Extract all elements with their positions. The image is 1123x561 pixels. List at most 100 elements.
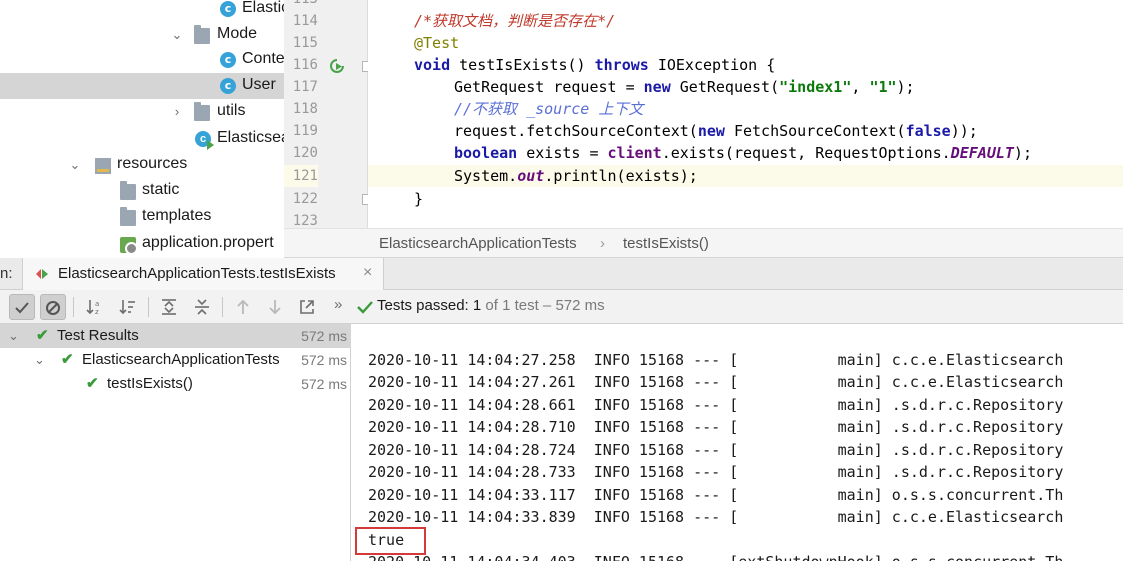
- code-line-122: }: [414, 190, 424, 208]
- folder-icon: [194, 25, 210, 44]
- line-number: 113: [284, 0, 318, 10]
- project-tree: c Elastic ⌄ Mode c Conte c User › utils …: [0, 0, 284, 258]
- log-line: 2020-10-11 14:04:27.261 INFO 15168 --- […: [368, 373, 1064, 391]
- collapse-all-button[interactable]: [189, 294, 215, 320]
- tab-test-run[interactable]: ElasticsearchApplicationTests.testIsExis…: [22, 258, 384, 290]
- next-failed-button[interactable]: [262, 294, 288, 320]
- properties-file-icon: [120, 237, 138, 255]
- breadcrumb: ElasticsearchApplicationTests › testIsEx…: [284, 228, 1123, 258]
- show-ignored-toggle[interactable]: [40, 294, 66, 320]
- tree-item-application-properties[interactable]: application.propert: [0, 231, 284, 257]
- line-number: 118: [292, 101, 318, 117]
- class-icon: c: [220, 78, 236, 94]
- code-line-116: void testIsExists() throws IOException {: [414, 56, 776, 74]
- checkmark-icon: [15, 302, 29, 314]
- passed-check-icon: [357, 301, 373, 314]
- svg-text:a: a: [95, 300, 99, 308]
- tree-item-user[interactable]: c User: [0, 73, 284, 99]
- line-number: 119: [292, 123, 318, 139]
- log-line: 2020-10-11 14:04:33.839 INFO 15168 --- […: [368, 508, 1064, 526]
- chevron-down-icon[interactable]: ⌄: [8, 324, 19, 348]
- code-line-118: //不获取 _source 上下文: [454, 100, 644, 118]
- passed-check-icon: ✔: [36, 327, 49, 344]
- test-status: Tests passed: 1 of 1 test – 572 ms: [377, 297, 605, 314]
- show-passed-toggle[interactable]: [9, 294, 35, 320]
- test-class-row[interactable]: ⌄ ✔ ElasticsearchApplicationTests 572 ms: [0, 348, 351, 372]
- test-method-row[interactable]: ✔ testIsExists() 572 ms: [0, 372, 351, 396]
- run-test-icon[interactable]: [328, 57, 346, 75]
- log-line: 2020-10-11 14:04:28.661 INFO 15168 --- […: [368, 396, 1064, 414]
- close-icon[interactable]: ×: [363, 264, 372, 282]
- tree-item-resources[interactable]: ⌄ resources: [0, 152, 284, 178]
- run-panel-label: n:: [0, 265, 13, 282]
- class-icon: c: [220, 52, 236, 68]
- chevron-right-icon[interactable]: ›: [170, 105, 184, 119]
- folder-icon: [120, 207, 136, 226]
- code-line-121: System.out.println(exists);: [368, 165, 1123, 187]
- log-line: 2020-10-11 14:04:27.258 INFO 15168 --- […: [368, 351, 1064, 369]
- breadcrumb-method[interactable]: testIsExists(): [623, 235, 709, 252]
- sort-alpha-icon: az: [86, 300, 99, 316]
- tab-label: ElasticsearchApplicationTests.testIsExis…: [58, 265, 336, 282]
- chevron-down-icon[interactable]: ⌄: [68, 158, 82, 172]
- log-line: 2020-10-11 14:04:28.724 INFO 15168 --- […: [368, 441, 1064, 459]
- code-line-119: request.fetchSourceContext(new FetchSour…: [454, 122, 978, 140]
- folder-icon: [120, 181, 136, 200]
- run-toolbar: az » Tests passed: 1 of 1 test – 572 ms: [0, 290, 1123, 324]
- chevron-down-icon[interactable]: ⌄: [34, 348, 45, 372]
- line-number: 117: [292, 79, 318, 95]
- folder-icon: [194, 102, 210, 121]
- code-line-120: boolean exists = client.exists(request, …: [454, 144, 1032, 162]
- run-tab-bar: n: ElasticsearchApplicationTests.testIsE…: [0, 258, 1123, 290]
- test-run-icon: [36, 269, 48, 279]
- line-number: 122: [292, 191, 318, 207]
- sort-duration-icon: [119, 300, 135, 315]
- sort-alphabetically-button[interactable]: az: [82, 294, 108, 320]
- log-line: 2020-10-11 14:04:34.403 INFO 15168 --- […: [368, 551, 1063, 561]
- collapse-all-icon: [195, 299, 209, 315]
- line-number: 114: [292, 13, 318, 29]
- breadcrumb-class[interactable]: ElasticsearchApplicationTests: [379, 235, 577, 252]
- sort-by-duration-button[interactable]: [115, 294, 141, 320]
- export-results-button[interactable]: [294, 294, 320, 320]
- more-actions-icon[interactable]: »: [334, 296, 342, 313]
- log-line: 2020-10-11 14:04:33.117 INFO 15168 --- […: [368, 486, 1064, 504]
- class-icon: c: [220, 1, 236, 17]
- resources-folder-icon: [95, 158, 111, 174]
- svg-text:z: z: [95, 308, 99, 316]
- code-line-114: /*获取文档，判断是否存在*/: [414, 12, 616, 30]
- code-editor[interactable]: /*获取文档，判断是否存在*/ @Test void testIsExists(…: [368, 0, 1123, 228]
- ignored-icon: [46, 301, 60, 315]
- console-output[interactable]: 2020-10-11 14:04:27.258 INFO 15168 --- […: [352, 324, 1123, 561]
- test-results-root[interactable]: ⌄ ✔ Test Results 572 ms: [0, 324, 351, 348]
- code-line-115: @Test: [414, 34, 460, 52]
- tree-item-mode[interactable]: ⌄ Mode: [0, 22, 284, 48]
- line-number: 121: [284, 165, 318, 187]
- tree-item-conte[interactable]: c Conte: [0, 47, 284, 73]
- tree-item-static[interactable]: static: [0, 178, 284, 204]
- editor-gutter[interactable]: 113 114 115 116 117 118 119 120 121 122 …: [284, 0, 397, 229]
- passed-check-icon: ✔: [86, 375, 99, 392]
- tree-item-utils[interactable]: › utils: [0, 99, 284, 125]
- code-line-117: GetRequest request = new GetRequest("ind…: [454, 78, 915, 96]
- test-class-icon: c: [195, 131, 214, 150]
- previous-failed-button[interactable]: [230, 294, 256, 320]
- arrow-up-icon: [237, 299, 249, 314]
- line-number: 115: [292, 35, 318, 51]
- breadcrumb-separator: ›: [600, 235, 605, 252]
- arrow-down-icon: [269, 300, 281, 315]
- passed-check-icon: ✔: [61, 351, 74, 368]
- expand-all-button[interactable]: [156, 294, 182, 320]
- tree-item-elastic[interactable]: c Elastic: [0, 0, 284, 22]
- expand-all-icon: [162, 299, 176, 315]
- export-icon: [300, 300, 314, 314]
- tree-item-elasticsea[interactable]: c Elasticsea: [0, 126, 284, 152]
- line-number: 116: [292, 57, 318, 73]
- line-number: 120: [292, 145, 318, 161]
- test-results-tree: ⌄ ✔ Test Results 572 ms ⌄ ✔ Elasticsearc…: [0, 324, 351, 561]
- log-line: 2020-10-11 14:04:28.733 INFO 15168 --- […: [368, 463, 1064, 481]
- chevron-down-icon[interactable]: ⌄: [170, 28, 184, 42]
- tree-item-templates[interactable]: templates: [0, 204, 284, 230]
- highlight-box: [355, 527, 426, 555]
- log-line: 2020-10-11 14:04:28.710 INFO 15168 --- […: [368, 418, 1064, 436]
